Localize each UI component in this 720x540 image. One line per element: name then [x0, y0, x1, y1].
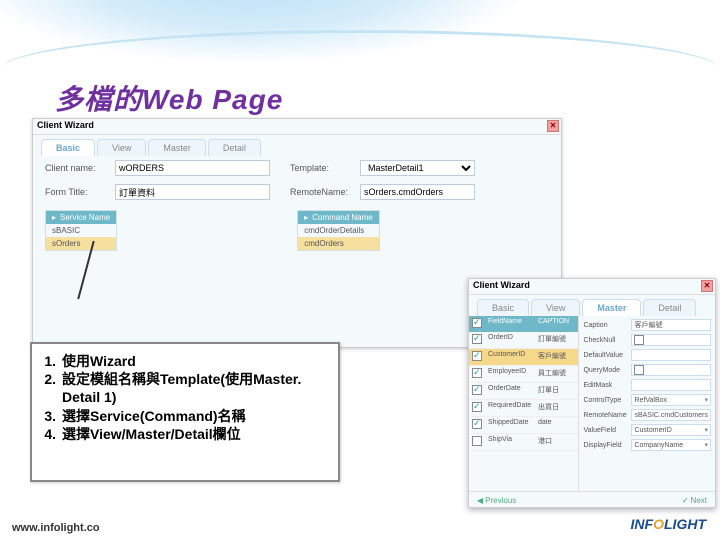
- checkbox-icon[interactable]: [472, 436, 482, 446]
- close-icon[interactable]: ✕: [547, 120, 559, 132]
- checkbox-icon[interactable]: [472, 402, 482, 412]
- command-row[interactable]: cmdOrders: [298, 237, 378, 250]
- close-icon[interactable]: ✕: [701, 280, 713, 292]
- step-text: 選擇View/Master/Detail欄位: [62, 425, 332, 443]
- arrow-left-icon: ◀: [477, 496, 483, 505]
- editmask-input[interactable]: [631, 379, 711, 391]
- client-name-input[interactable]: [115, 160, 270, 176]
- next-button[interactable]: ✓Next: [682, 496, 707, 505]
- prop-label: CheckNull: [583, 337, 631, 344]
- tab-master[interactable]: Master: [148, 139, 206, 156]
- step-number: 3.: [38, 407, 62, 425]
- remote-name-label: RemoteName:: [290, 187, 360, 197]
- tab-view[interactable]: View: [97, 139, 146, 156]
- prop-label: RemoteName: [583, 412, 631, 419]
- step-text: 選擇Service(Command)名稱: [62, 407, 332, 425]
- wizard2-tabs: Basic View Master Detail: [469, 295, 715, 316]
- form-title-label: Form Title:: [45, 187, 115, 197]
- fields-grid-header: FieldName CAPTION: [469, 316, 578, 332]
- steps-callout: 1.使用Wizard 2.設定模組名稱與Template(使用Master. D…: [30, 342, 340, 482]
- valuefield-select[interactable]: CustomerID: [631, 424, 711, 436]
- field-row[interactable]: ShipVia港口: [469, 434, 578, 451]
- fields-grid[interactable]: FieldName CAPTION OrderID訂單編號 CustomerID…: [469, 316, 579, 491]
- property-panel: Caption客戶編號 CheckNull DefaultValue Query…: [579, 316, 715, 491]
- checkbox-icon[interactable]: [472, 368, 482, 378]
- wizard1-tabs: Basic View Master Detail: [33, 135, 561, 156]
- prop-label: EditMask: [583, 382, 631, 389]
- check-icon: ✓: [682, 496, 689, 505]
- template-label: Template:: [290, 163, 360, 173]
- checkbox-icon[interactable]: [472, 385, 482, 395]
- logo: INFOLIGHT: [631, 516, 706, 532]
- command-grid-header: ▸Command Name: [298, 211, 378, 224]
- form-title-input[interactable]: [115, 184, 270, 200]
- step-text: 設定模組名稱與Template(使用Master. Detail 1): [62, 370, 332, 406]
- tab-detail[interactable]: Detail: [643, 299, 696, 316]
- checkbox-icon[interactable]: [634, 365, 644, 375]
- template-select[interactable]: MasterDetail1: [360, 160, 475, 176]
- checknull-input[interactable]: [631, 334, 711, 346]
- prop-label: Caption: [583, 322, 631, 329]
- service-row[interactable]: sBASIC: [46, 224, 116, 237]
- slide-title: 多檔的Web Page: [55, 78, 283, 118]
- default-input[interactable]: [631, 349, 711, 361]
- service-grid-header: ▸Service Name: [46, 211, 116, 224]
- step-number: 4.: [38, 425, 62, 443]
- tab-basic[interactable]: Basic: [477, 299, 529, 316]
- prop-label: ValueField: [583, 427, 631, 434]
- field-row[interactable]: EmployeeID員工編號: [469, 366, 578, 383]
- step-number: 2.: [38, 370, 62, 406]
- service-row[interactable]: sOrders: [46, 237, 116, 250]
- step-number: 1.: [38, 352, 62, 370]
- field-row[interactable]: RequiredDate出貨日: [469, 400, 578, 417]
- command-grid[interactable]: ▸Command Name cmdOrderDetails cmdOrders: [297, 210, 379, 251]
- controltype-select[interactable]: RefValBox: [631, 394, 711, 406]
- prop-label: DefaultValue: [583, 352, 631, 359]
- displayfield-select[interactable]: CompanyName: [631, 439, 711, 451]
- checkbox-icon[interactable]: [472, 351, 482, 361]
- checkbox-icon[interactable]: [634, 335, 644, 345]
- checkbox-icon[interactable]: [472, 419, 482, 429]
- wizard2-title: Client Wizard: [473, 280, 530, 290]
- service-grid[interactable]: ▸Service Name sBASIC sOrders: [45, 210, 117, 251]
- remote-name-input[interactable]: [360, 184, 475, 200]
- field-row[interactable]: OrderID訂單編號: [469, 332, 578, 349]
- field-row[interactable]: CustomerID客戶編號: [469, 349, 578, 366]
- caption-input[interactable]: 客戶編號: [631, 319, 711, 331]
- prop-label: QueryMode: [583, 367, 631, 374]
- client-wizard-master: Client Wizard ✕ Basic View Master Detail…: [468, 278, 716, 508]
- tab-detail[interactable]: Detail: [208, 139, 261, 156]
- wizard1-titlebar: Client Wizard ✕: [33, 119, 561, 135]
- tab-master[interactable]: Master: [582, 299, 641, 316]
- step-text: 使用Wizard: [62, 352, 332, 370]
- tab-view[interactable]: View: [531, 299, 580, 316]
- tab-basic[interactable]: Basic: [41, 139, 95, 156]
- checkbox-icon[interactable]: [472, 318, 482, 328]
- previous-button[interactable]: ◀Previous: [477, 496, 516, 505]
- footer-url: www.infolight.co: [12, 522, 100, 534]
- prop-label: ControlType: [583, 397, 631, 404]
- prop-label: DisplayField: [583, 442, 631, 449]
- query-input[interactable]: [631, 364, 711, 376]
- remotename-select[interactable]: sBASIC.cmdCustomers: [631, 409, 711, 421]
- wizard1-title: Client Wizard: [37, 120, 94, 130]
- field-row[interactable]: ShippedDatedate: [469, 417, 578, 434]
- client-name-label: Client name:: [45, 163, 115, 173]
- field-row[interactable]: OrderDate訂單日: [469, 383, 578, 400]
- checkbox-icon[interactable]: [472, 334, 482, 344]
- command-row[interactable]: cmdOrderDetails: [298, 224, 378, 237]
- wizard2-titlebar: Client Wizard ✕: [469, 279, 715, 295]
